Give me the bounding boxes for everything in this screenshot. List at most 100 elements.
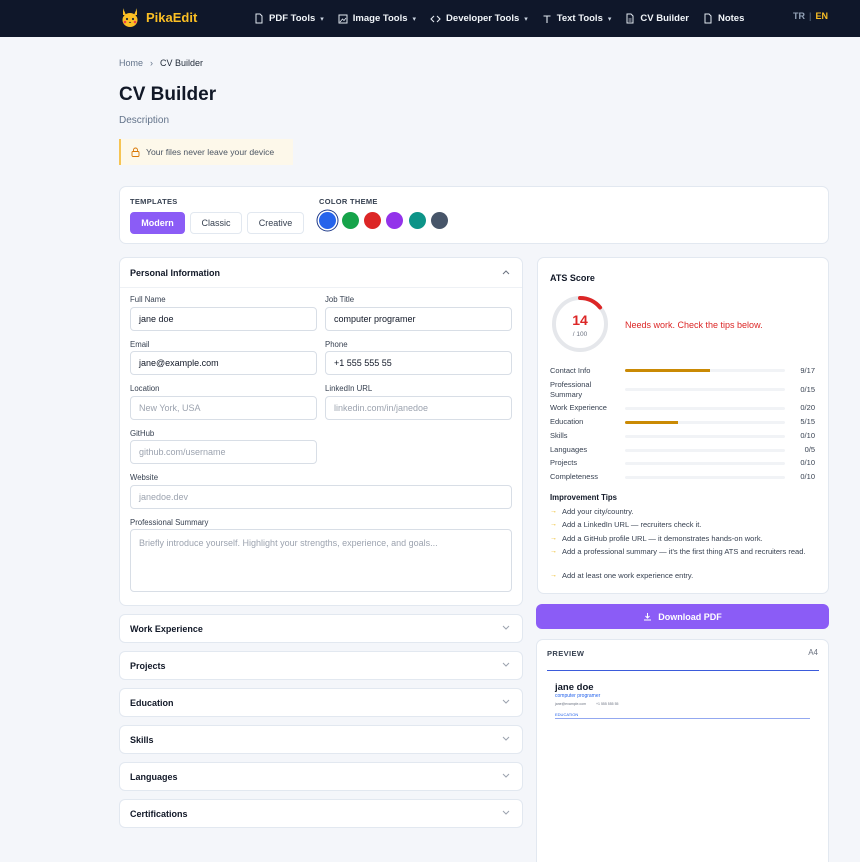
preview-panel: PREVIEW A4 jane doe computer programer j…: [536, 639, 829, 862]
ats-title: ATS Score: [550, 273, 595, 283]
note-icon: [704, 13, 712, 24]
email-label: Email: [130, 340, 150, 349]
criterion-value: 0/5: [804, 445, 815, 454]
criterion-value: 0/10: [800, 472, 815, 481]
criterion-label: Languages: [550, 445, 588, 454]
chevron-down-icon: [502, 699, 510, 704]
download-icon: [644, 613, 652, 621]
summary-textarea[interactable]: Briefly introduce yourself. Highlight yo…: [130, 529, 512, 592]
color-swatch-blue[interactable]: [319, 212, 336, 229]
criterion-label: Professional Summary: [550, 380, 592, 399]
top-nav: PikaEdit PDF Tools ▾ Image Tools ▾ Devel…: [0, 0, 860, 37]
preview-top-rule: [547, 670, 819, 671]
criterion-label: Work Experience: [550, 403, 607, 412]
main-menu: PDF Tools ▾ Image Tools ▾ Developer Tool…: [254, 0, 758, 37]
page-description: Description: [119, 115, 170, 126]
linkedin-input[interactable]: linkedin.com/in/janedoe: [325, 396, 512, 420]
menu-label: PDF Tools: [269, 13, 316, 24]
template-classic-button[interactable]: Classic: [190, 212, 242, 234]
criterion-bar: [625, 421, 785, 424]
website-label: Website: [130, 473, 159, 482]
github-input[interactable]: github.com/username: [130, 440, 317, 464]
section-projects[interactable]: Projects: [119, 651, 523, 680]
menu-label: Image Tools: [352, 13, 408, 24]
brand-name: PikaEdit: [146, 9, 198, 25]
chevron-down-icon: [502, 736, 510, 741]
phone-label: Phone: [325, 340, 348, 349]
preview-contact: jane@example.com +1 555 555 55: [555, 702, 618, 706]
section-title: Certifications: [130, 808, 188, 819]
lock-icon: [131, 147, 140, 157]
color-swatch-teal[interactable]: [409, 212, 426, 229]
section-certifications[interactable]: Certifications: [119, 799, 523, 828]
personal-info-header[interactable]: Personal Information: [120, 258, 522, 288]
criterion-label: Projects: [550, 458, 578, 467]
lang-en[interactable]: EN: [815, 11, 828, 21]
menu-image-tools[interactable]: Image Tools ▾: [338, 13, 416, 24]
email-input[interactable]: jane@example.com: [130, 351, 317, 375]
menu-developer-tools[interactable]: Developer Tools ▾: [430, 13, 528, 24]
chevron-down-icon: [502, 625, 510, 630]
chevron-down-icon: [502, 773, 510, 778]
color-swatch-purple[interactable]: [386, 212, 403, 229]
phone-input[interactable]: +1 555 555 55: [325, 351, 512, 375]
website-input[interactable]: janedoe.dev: [130, 485, 512, 509]
breadcrumb-current: CV Builder: [160, 58, 204, 68]
section-education[interactable]: Education: [119, 688, 523, 717]
personal-info-title: Personal Information: [130, 267, 221, 278]
job-title-input[interactable]: computer programer: [325, 307, 512, 331]
criterion-bar: [625, 435, 785, 438]
menu-pdf-tools[interactable]: PDF Tools ▾: [254, 13, 324, 24]
color-swatch-slate[interactable]: [431, 212, 448, 229]
text-icon: [543, 14, 551, 23]
criterion-value: 0/15: [800, 385, 815, 394]
template-modern-button[interactable]: Modern: [130, 212, 185, 234]
section-work-experience[interactable]: Work Experience: [119, 614, 523, 643]
menu-notes[interactable]: Notes: [703, 13, 744, 24]
tips-title: Improvement Tips: [550, 493, 618, 502]
color-swatch-green[interactable]: [342, 212, 359, 229]
full-name-label: Full Name: [130, 295, 166, 304]
location-input[interactable]: New York, USA: [130, 396, 317, 420]
criterion-label: Completeness: [550, 472, 598, 481]
criterion-value: 0/10: [800, 458, 815, 467]
section-title: Work Experience: [130, 623, 203, 634]
chevron-down-icon: ▾: [607, 15, 612, 23]
image-icon: [338, 14, 348, 23]
tip-item: Add at least one work experience entry.: [550, 571, 820, 581]
preview-name: jane doe: [555, 682, 594, 693]
full-name-input[interactable]: jane doe: [130, 307, 317, 331]
linkedin-label: LinkedIn URL: [325, 384, 373, 393]
preview-job-title: computer programer: [555, 693, 601, 699]
criterion-bar: [625, 462, 785, 465]
template-creative-button[interactable]: Creative: [247, 212, 304, 234]
ats-score-value: 14: [572, 312, 588, 328]
criterion-fill: [625, 369, 710, 372]
menu-label: Text Tools: [556, 13, 603, 24]
brand-logo[interactable]: PikaEdit: [120, 6, 197, 28]
preview-email: jane@example.com: [555, 702, 586, 706]
chevron-down-icon: [502, 810, 510, 815]
criterion-bar: [625, 369, 785, 372]
chevron-down-icon: ▾: [412, 15, 417, 23]
criterion-value: 0/20: [800, 403, 815, 412]
paper-size: A4: [808, 648, 818, 657]
templates-heading: TEMPLATES: [130, 197, 178, 206]
lang-tr[interactable]: TR: [793, 11, 805, 21]
breadcrumb-home[interactable]: Home: [119, 58, 143, 68]
ats-status: Needs work. Check the tips below.: [625, 320, 763, 330]
chevron-down-icon: ▾: [524, 15, 528, 23]
color-theme-heading: COLOR THEME: [319, 197, 378, 206]
chevron-down-icon: ▾: [320, 15, 324, 23]
menu-text-tools[interactable]: Text Tools ▾: [542, 13, 612, 24]
menu-cv-builder[interactable]: CV Builder: [625, 13, 689, 24]
section-languages[interactable]: Languages: [119, 762, 523, 791]
template-selector: TEMPLATES Modern Classic Creative COLOR …: [119, 186, 829, 244]
tip-item: Add your city/country.: [550, 507, 820, 517]
color-swatch-red[interactable]: [364, 212, 381, 229]
language-switcher: TR | EN: [793, 11, 828, 21]
section-skills[interactable]: Skills: [119, 725, 523, 754]
menu-label: Notes: [717, 13, 745, 24]
download-pdf-button[interactable]: Download PDF: [536, 604, 829, 629]
criterion-value: 0/10: [800, 431, 815, 440]
